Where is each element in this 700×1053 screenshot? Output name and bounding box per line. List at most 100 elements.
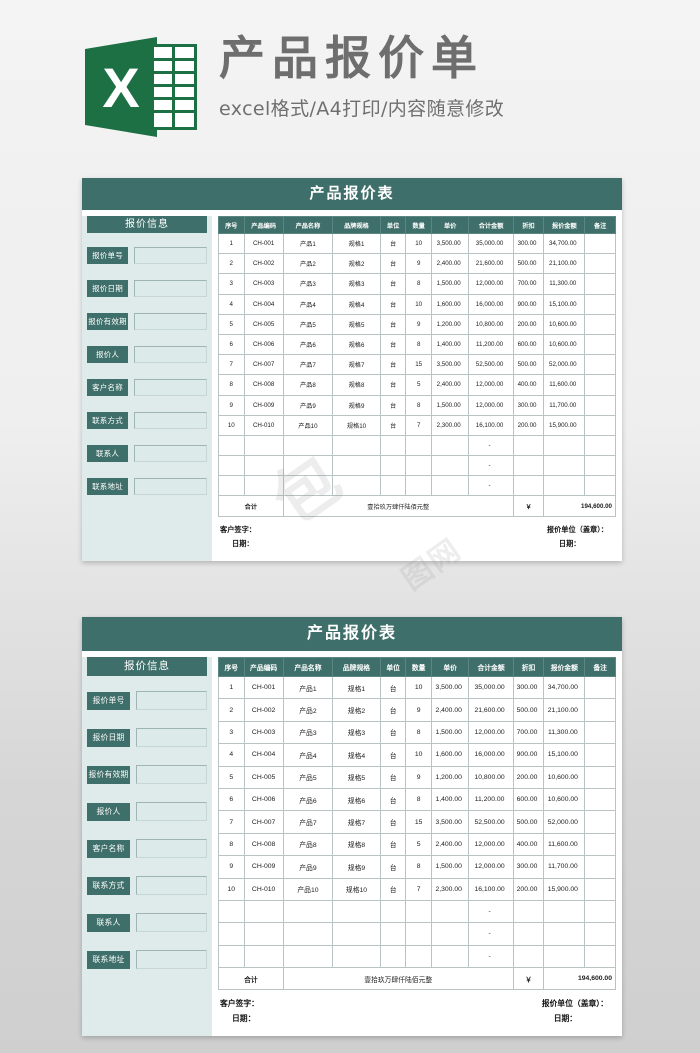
cell-5[interactable]: 8 [405, 855, 432, 879]
cell-3[interactable]: 规格5 [332, 313, 381, 335]
table-row[interactable]: 10 CH-010 产品10 规格10 台 7 2,300.00 16,100.00 200.0… [218, 877, 616, 901]
cell-6[interactable]: 1,500.00 [430, 273, 470, 295]
cell-2[interactable] [282, 475, 334, 497]
cell-9[interactable] [543, 434, 586, 457]
cell-2[interactable]: 产品1 [282, 675, 334, 700]
cell-8[interactable] [512, 899, 545, 924]
cell-3[interactable]: 规格7 [332, 354, 381, 376]
cell-1[interactable]: CH-005 [243, 313, 284, 335]
cell-2[interactable]: 产品2 [282, 698, 334, 722]
cell-9[interactable]: 15,100.00 [543, 743, 586, 767]
cell-4[interactable]: 台 [379, 253, 407, 275]
cell-6[interactable] [430, 475, 470, 497]
cell-3[interactable]: 规格2 [332, 698, 381, 722]
cell-5[interactable]: 5 [405, 832, 432, 857]
cell-10[interactable] [584, 293, 616, 315]
cell-4[interactable]: 台 [379, 394, 407, 416]
cell-2[interactable]: 产品8 [282, 374, 334, 396]
cell-9[interactable]: 11,700.00 [543, 394, 586, 416]
table-row[interactable]: 5 CH-005 产品5 规格5 台 9 1,200.00 10,800.00 200.00 10… [218, 765, 616, 789]
cell-10[interactable] [584, 698, 616, 722]
cell-1[interactable]: CH-005 [243, 765, 284, 789]
cell-6[interactable] [430, 944, 470, 969]
cell-3[interactable]: 规格3 [332, 720, 381, 745]
cell-6[interactable]: 2,300.00 [430, 877, 470, 901]
field-input-3[interactable] [134, 346, 207, 363]
cell-7[interactable]: - [468, 434, 514, 457]
table-row[interactable]: 3 CH-003 产品3 规格3 台 8 1,500.00 12,000.00 700.00 11… [218, 720, 616, 745]
cell-4[interactable] [379, 455, 407, 477]
field-input-2[interactable] [134, 313, 207, 330]
cell-2[interactable]: 产品6 [282, 333, 334, 356]
cell-5[interactable]: 9 [405, 253, 432, 275]
cell-7[interactable]: 12,000.00 [468, 374, 514, 396]
cell-7[interactable]: - [468, 455, 514, 477]
cell-0[interactable]: 10 [218, 877, 245, 901]
cell-8[interactable]: 500.00 [512, 698, 545, 722]
table-row-empty[interactable]: - [218, 899, 616, 924]
table-row[interactable]: 7 CH-007 产品7 规格7 台 15 3,500.00 52,500.00 500.00 5… [218, 810, 616, 834]
cell-2[interactable]: 产品3 [282, 720, 334, 745]
field-input-1[interactable] [136, 728, 207, 747]
cell-10[interactable] [584, 253, 616, 275]
cell-3[interactable] [332, 899, 381, 924]
field-input-6[interactable] [136, 913, 207, 932]
cell-8[interactable]: 200.00 [512, 414, 545, 436]
field-input-4[interactable] [134, 379, 207, 396]
cell-3[interactable]: 规格1 [332, 675, 381, 700]
cell-1[interactable]: CH-010 [243, 414, 284, 436]
cell-1[interactable] [243, 899, 284, 924]
cell-6[interactable]: 1,400.00 [430, 787, 470, 812]
field-input-6[interactable] [134, 445, 207, 462]
cell-6[interactable]: 1,500.00 [430, 394, 470, 416]
cell-9[interactable]: 10,600.00 [543, 787, 586, 812]
cell-6[interactable]: 1,200.00 [430, 765, 470, 789]
table-row[interactable]: 8 CH-008 产品8 规格8 台 5 2,400.00 12,000.00 400.00 11… [218, 374, 616, 396]
cell-7[interactable]: 12,000.00 [468, 832, 514, 857]
table-row-empty[interactable]: - [218, 455, 616, 477]
cell-0[interactable] [218, 899, 245, 924]
cell-6[interactable]: 3,500.00 [430, 354, 470, 376]
cell-3[interactable]: 规格3 [332, 273, 381, 295]
cell-7[interactable]: 12,000.00 [468, 394, 514, 416]
cell-9[interactable]: 52,000.00 [543, 810, 586, 834]
cell-5[interactable]: 9 [405, 765, 432, 789]
cell-6[interactable]: 3,500.00 [430, 675, 470, 700]
cell-4[interactable]: 台 [379, 743, 407, 767]
cell-1[interactable]: CH-006 [243, 787, 284, 812]
cell-10[interactable] [584, 273, 616, 295]
cell-2[interactable]: 产品2 [282, 253, 334, 275]
cell-0[interactable]: 5 [218, 765, 245, 789]
cell-5[interactable]: 5 [405, 374, 432, 396]
cell-2[interactable] [282, 899, 334, 924]
cell-1[interactable]: CH-003 [243, 720, 284, 745]
cell-5[interactable] [405, 922, 432, 946]
cell-6[interactable] [430, 455, 470, 477]
table-row[interactable]: 6 CH-006 产品6 规格6 台 8 1,400.00 11,200.00 600.00 10… [218, 787, 616, 812]
cell-3[interactable]: 规格1 [332, 232, 381, 255]
cell-0[interactable]: 9 [218, 394, 245, 416]
cell-5[interactable]: 8 [405, 720, 432, 745]
cell-2[interactable] [282, 455, 334, 477]
cell-5[interactable]: 9 [405, 698, 432, 722]
cell-7[interactable]: 11,200.00 [468, 787, 514, 812]
cell-1[interactable]: CH-002 [243, 253, 284, 275]
cell-6[interactable]: 1,200.00 [430, 313, 470, 335]
table-row[interactable]: 10 CH-010 产品10 规格10 台 7 2,300.00 16,100.00 200.0… [218, 414, 616, 436]
cell-4[interactable]: 台 [379, 675, 407, 700]
field-input-7[interactable] [136, 950, 207, 969]
cell-10[interactable] [584, 675, 616, 700]
cell-5[interactable]: 8 [405, 787, 432, 812]
cell-0[interactable]: 8 [218, 832, 245, 857]
cell-9[interactable]: 10,600.00 [543, 765, 586, 789]
cell-0[interactable] [218, 922, 245, 946]
cell-9[interactable] [543, 899, 586, 924]
cell-1[interactable]: CH-004 [243, 743, 284, 767]
cell-10[interactable] [584, 374, 616, 396]
cell-6[interactable]: 1,600.00 [430, 743, 470, 767]
cell-2[interactable]: 产品1 [282, 232, 334, 255]
cell-8[interactable] [512, 944, 545, 969]
cell-4[interactable]: 台 [379, 354, 407, 376]
cell-4[interactable]: 台 [379, 877, 407, 901]
cell-8[interactable] [512, 475, 545, 497]
